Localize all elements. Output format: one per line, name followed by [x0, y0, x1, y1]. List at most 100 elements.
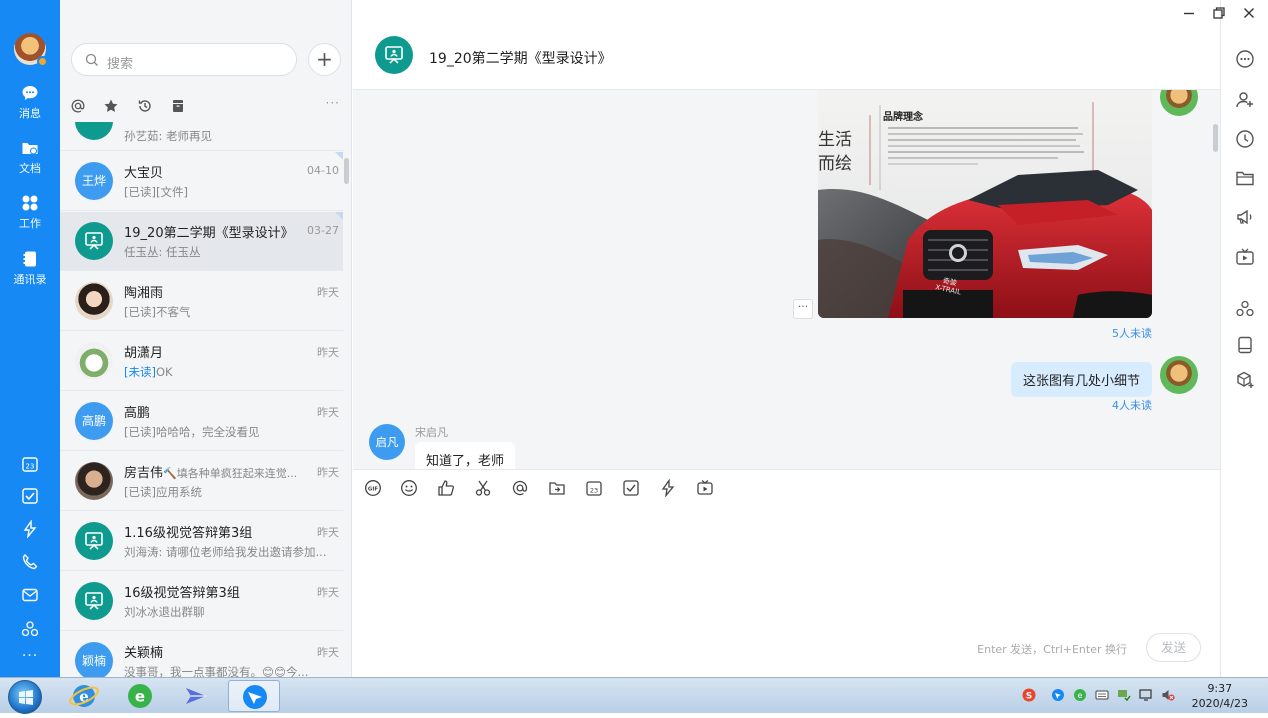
pin-marker [335, 212, 343, 220]
lightning-icon[interactable] [21, 520, 39, 538]
search-input[interactable]: 搜索 [71, 43, 297, 76]
conversation-time: 昨天 [317, 646, 339, 659]
conversation-row[interactable]: 孙艺茹: 老师再见 [60, 122, 343, 151]
history-clock-icon[interactable] [1235, 129, 1255, 149]
conversation-row[interactable]: 高鹏 高鹏 昨天 [已读]哈哈哈，完全没看见 [60, 392, 343, 451]
conversation-name: 胡潇月 [124, 346, 164, 361]
conversation-time: 昨天 [317, 586, 339, 599]
filter-more-icon[interactable]: ··· [326, 96, 340, 110]
preview-text: OK [155, 365, 173, 379]
conversation-time: 昨天 [317, 466, 339, 479]
brochure-body-text [888, 123, 1088, 178]
add-button[interactable]: + [308, 43, 341, 76]
nav-messages[interactable]: 消息 [0, 84, 60, 121]
group-avatar [75, 522, 113, 560]
image-message[interactable]: 品牌理念 生活 而绘 奇骏 X-TRAIL [818, 90, 1152, 318]
apps-cluster-icon[interactable] [1235, 299, 1255, 319]
conversation-row[interactable]: 陶湘雨 昨天 [已读]不客气 [60, 272, 343, 331]
close-icon[interactable] [1242, 6, 1256, 20]
ime-sogou-icon[interactable]: S [1022, 688, 1036, 702]
taskbar-ie[interactable]: e [58, 680, 110, 712]
sender-avatar[interactable]: 启凡 [369, 424, 405, 460]
lightning-icon[interactable] [659, 479, 677, 497]
tray-app-icon[interactable] [1051, 688, 1065, 702]
message-more-button[interactable]: ··· [793, 299, 813, 319]
tray-volume-muted-icon[interactable] [1161, 688, 1175, 702]
ie-browser-icon: e [69, 685, 99, 707]
chat-bubble-icon [22, 86, 38, 100]
mail-icon[interactable] [21, 586, 39, 604]
other-message-bubble[interactable]: 知道了，老师 [415, 442, 516, 469]
at-mention-icon[interactable] [70, 98, 86, 114]
conversation-row[interactable]: 房吉伟🔨填各种单疯狂起来连觉... 昨天 [已读]应用系统 [60, 452, 343, 511]
nav-contacts[interactable]: 通讯录 [0, 250, 60, 287]
task-check-icon[interactable] [21, 487, 39, 505]
history-icon[interactable] [137, 98, 153, 114]
add-member-icon[interactable] [1235, 90, 1255, 110]
read-status[interactable]: 4人未读 [1112, 397, 1152, 413]
user-avatar[interactable] [14, 33, 48, 67]
calendar-icon[interactable]: 23 [585, 479, 603, 497]
conversation-row[interactable]: 胡潇月 昨天 [未读]OK [60, 332, 343, 391]
restore-icon[interactable] [1212, 6, 1226, 20]
send-hint: Enter 发送，Ctrl+Enter 换行 [977, 643, 1127, 656]
minimize-icon[interactable] [1182, 6, 1196, 20]
archive-icon[interactable] [170, 98, 186, 114]
read-status[interactable]: 5人未读 [1112, 325, 1152, 341]
tray-display-icon[interactable] [1139, 688, 1153, 702]
message-input[interactable]: Enter 发送，Ctrl+Enter 换行 发送 [353, 505, 1220, 677]
group-board-icon [85, 532, 103, 550]
tray-network-icon[interactable] [1117, 688, 1131, 702]
gif-icon[interactable]: GIF [364, 479, 382, 497]
task-check-icon[interactable] [622, 479, 640, 497]
tray-browser-icon[interactable]: e [1073, 688, 1087, 702]
taskbar-app-active[interactable] [228, 680, 280, 712]
send-button[interactable]: 发送 [1146, 633, 1201, 662]
thumbs-up-icon[interactable] [437, 479, 455, 497]
chat-header: 19_20第二学期《型录设计》 [353, 0, 1220, 90]
more-options-icon[interactable] [1235, 49, 1255, 69]
conversation-row[interactable]: 王烨 大宝贝 04-10 [已读][文件] [60, 152, 343, 211]
star-icon[interactable] [103, 98, 119, 114]
clock-time: 9:37 [1207, 682, 1233, 695]
conversation-row[interactable]: 16级视觉答辩第3组 昨天 刘冰冰退出群聊 [60, 572, 343, 631]
conversation-row-selected[interactable]: 19_20第二学期《型录设计》 03-27 任玉丛: 任玉丛 [60, 212, 343, 271]
contact-avatar: 颖楠 [75, 642, 113, 677]
at-mention-icon[interactable] [511, 479, 529, 497]
system-clock[interactable]: 9:37 2020/4/23 [1192, 681, 1248, 711]
chat-title: 19_20第二学期《型录设计》 [429, 51, 612, 67]
apps-cluster-icon[interactable] [21, 620, 39, 638]
emoji-icon[interactable] [400, 479, 418, 497]
tray-keyboard-icon[interactable] [1095, 688, 1109, 702]
nav-docs[interactable]: 文档 [0, 139, 60, 176]
taskbar-browser[interactable]: e [114, 680, 166, 712]
start-button[interactable] [8, 680, 42, 714]
add-app-cube-icon[interactable] [1235, 370, 1255, 390]
conversation-row[interactable]: 1.16级视觉答辩第3组 昨天 刘海涛: 请哪位老师给我发出邀请参加... [60, 512, 343, 571]
conversation-row[interactable]: 颖楠 关颖楠 昨天 没事哥，我一点事都没有。😊😊今... [60, 632, 343, 677]
messenger-app-icon [243, 685, 267, 709]
live-stream-icon[interactable] [696, 479, 714, 497]
contacts-book-icon [23, 251, 36, 267]
folder-upload-icon[interactable] [548, 479, 566, 497]
notebook-icon[interactable] [1235, 335, 1255, 355]
announcement-icon[interactable] [1235, 207, 1255, 227]
nav-work[interactable]: 工作 [0, 194, 60, 231]
list-scrollbar[interactable] [344, 158, 349, 184]
phone-icon[interactable] [21, 553, 39, 571]
paper-plane-icon [186, 688, 206, 704]
scissors-icon[interactable] [474, 479, 492, 497]
conversation-time: 昨天 [317, 406, 339, 419]
taskbar-app-plane[interactable] [170, 680, 222, 712]
folder-icon[interactable] [1235, 168, 1255, 188]
calendar-icon[interactable]: 23 [21, 455, 39, 473]
conversation-preview: 刘海涛: 请哪位老师给我发出邀请参加... [124, 545, 327, 559]
conversation-preview: 孙艺茹: 老师再见 [124, 129, 213, 143]
conversation-name: 高鹏 [124, 406, 151, 421]
conversation-name: 陶湘雨 [124, 286, 164, 301]
chat-scrollbar[interactable] [1213, 124, 1218, 152]
nav-more-icon[interactable]: ··· [0, 648, 60, 664]
live-tv-icon[interactable] [1235, 247, 1255, 267]
chat-group-avatar[interactable] [375, 36, 413, 74]
my-message-bubble[interactable]: 这张图有几处小细节 [1011, 362, 1153, 397]
